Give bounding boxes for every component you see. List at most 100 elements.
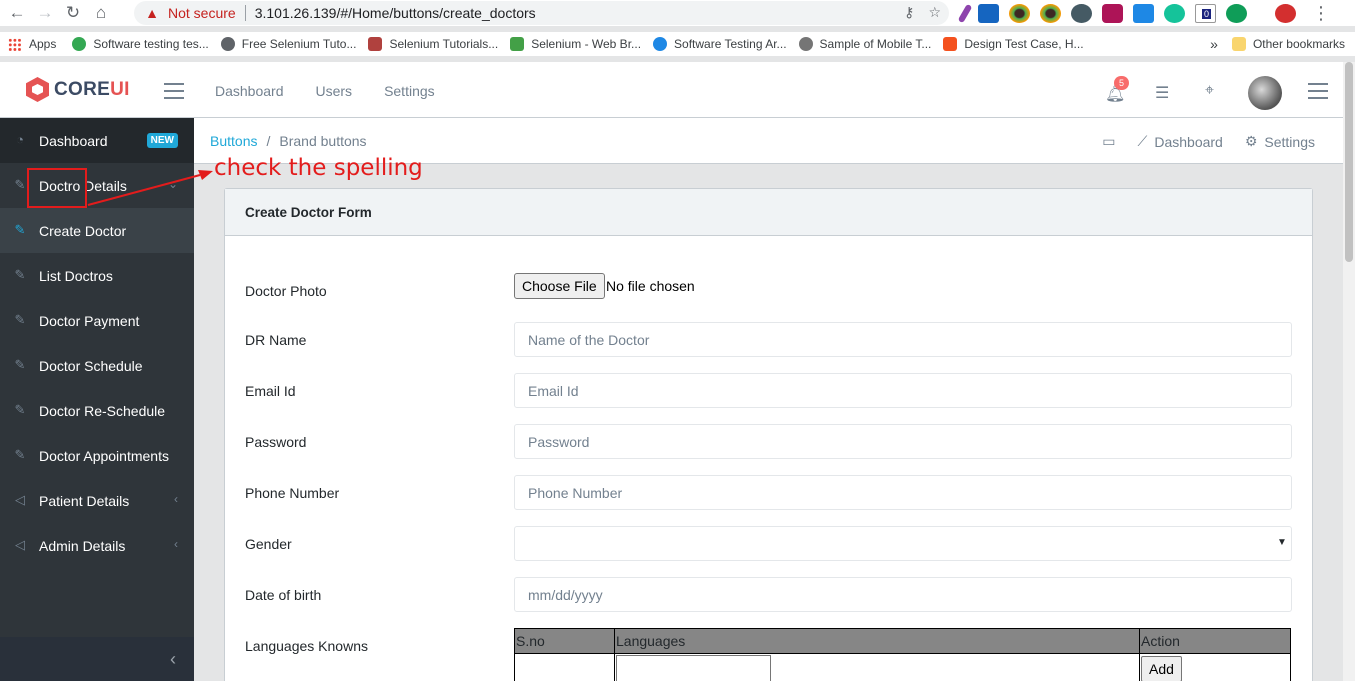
bookmark-favicon [798, 37, 813, 51]
speedometer-icon: ◔ [16, 132, 24, 147]
email-input[interactable] [514, 373, 1292, 408]
sidebar-toggler-icon[interactable] [164, 83, 184, 99]
breadcrumb-menu-settings[interactable]: ⚙ Settings [1245, 133, 1315, 150]
speech-icon[interactable]: ▭ [1102, 133, 1115, 150]
chevron-left-icon: ‹ [170, 649, 176, 669]
sidebar-item-doctor-schedule[interactable]: ✎ Doctor Schedule [0, 343, 194, 388]
url-text[interactable]: 3.101.26.139/#/Home/buttons/create_docto… [255, 5, 536, 21]
list-icon[interactable]: ☰ [1155, 83, 1169, 103]
bookmark-favicon [943, 37, 958, 51]
extension-icon[interactable]: 0 [1195, 4, 1216, 23]
choose-file-button[interactable]: Choose File [514, 273, 605, 299]
date-of-birth-input[interactable] [514, 577, 1292, 612]
forward-icon[interactable]: → [34, 2, 56, 24]
grammarly-icon[interactable] [1164, 4, 1185, 23]
extension-icon[interactable] [1226, 4, 1247, 23]
key-icon[interactable]: ⚷ [904, 4, 914, 21]
puzzle-icon: ✎ [14, 222, 26, 237]
breadcrumb-menu: ▭ ⟋ Dashboard ⚙ Settings [1102, 133, 1315, 150]
back-icon[interactable]: ← [6, 2, 28, 24]
password-row: Password [225, 424, 1314, 460]
phone-input[interactable] [514, 475, 1292, 510]
sidebar-item-label: Admin Details [39, 537, 126, 554]
add-language-button[interactable]: Add [1141, 655, 1182, 681]
extensions: 0 ⋮ [957, 3, 1330, 24]
home-icon[interactable]: ⌂ [90, 2, 112, 24]
languages-table: S.no Languages Action Add [514, 628, 1291, 681]
extension-icon[interactable] [1102, 4, 1123, 23]
sidebar-item-doctor-reschedule[interactable]: ✎ Doctor Re-Schedule [0, 388, 194, 433]
bookmark-item[interactable]: Sample of Mobile T... [798, 37, 931, 51]
nav-settings[interactable]: Settings [384, 83, 435, 99]
scrollbar-thumb[interactable] [1345, 62, 1353, 262]
bookmark-label: Other bookmarks [1252, 37, 1345, 51]
password-input[interactable] [514, 424, 1292, 459]
column-header: S.no [514, 628, 615, 654]
column-header: Languages [614, 628, 1140, 654]
extension-icon[interactable] [1275, 4, 1296, 23]
send-icon: ◁ [15, 492, 25, 507]
gender-row: Gender ▼ [225, 526, 1314, 562]
sidebar-item-list-doctors[interactable]: ✎ List Doctros [0, 253, 194, 298]
top-nav: Dashboard Users Settings [215, 83, 435, 99]
sidebar-minimizer[interactable]: ‹ [0, 637, 194, 681]
notification-badge: 5 [1114, 76, 1130, 90]
sidebar-item-patient-details[interactable]: ◁ Patient Details ‹ [0, 478, 194, 523]
extension-icon[interactable] [1009, 4, 1030, 23]
scrollbar[interactable] [1343, 62, 1355, 681]
avatar[interactable] [1248, 76, 1282, 110]
bookmark-item[interactable]: Free Selenium Tuto... [220, 37, 357, 51]
location-icon[interactable]: ⌖ [1205, 82, 1214, 100]
menu-dots-icon[interactable]: ⋮ [1312, 3, 1330, 24]
brand-logo[interactable]: COREUI [26, 77, 130, 102]
gender-label: Gender [245, 536, 292, 552]
nav-dashboard[interactable]: Dashboard [215, 83, 284, 99]
annotation-text: check the spelling [214, 155, 423, 181]
extension-icon[interactable] [957, 3, 973, 24]
breadcrumb-link-buttons[interactable]: Buttons [210, 133, 257, 149]
reload-icon[interactable]: ↻ [62, 2, 84, 24]
address-bar[interactable]: ▲ Not secure 3.101.26.139/#/Home/buttons… [134, 1, 949, 25]
other-bookmarks[interactable]: Other bookmarks [1231, 37, 1345, 51]
breadcrumb-menu-dashboard[interactable]: ⟋ Dashboard [1138, 133, 1223, 150]
chevron-left-icon: ‹ [174, 492, 178, 506]
phone-row: Phone Number [225, 475, 1314, 511]
sidebar-item-label: Doctor Appointments [39, 447, 169, 464]
sidebar-item-admin-details[interactable]: ◁ Admin Details ‹ [0, 523, 194, 568]
translate-icon[interactable] [1133, 4, 1154, 23]
name-row: DR Name [225, 322, 1314, 358]
bookmark-item[interactable]: Selenium - Web Br... [510, 37, 641, 51]
extension-icon[interactable] [978, 4, 999, 23]
language-input[interactable] [616, 655, 771, 681]
extension-icon[interactable] [1040, 4, 1061, 23]
photo-row: Doctor Photo Choose File No file chosen [225, 273, 1314, 309]
sidebar-item-label: Doctor Re-Schedule [39, 402, 166, 419]
sidebar-item-doctor-appointments[interactable]: ✎ Doctor Appointments [0, 433, 194, 478]
card-title: Create Doctor Form [225, 189, 1312, 236]
puzzle-icon: ✎ [14, 357, 26, 372]
more-bookmarks-icon[interactable]: » [1210, 36, 1218, 52]
sidebar-item-doctor-payment[interactable]: ✎ Doctor Payment [0, 298, 194, 343]
sidebar-item-label: Doctor Payment [39, 312, 140, 329]
gender-select[interactable] [514, 526, 1292, 561]
sidebar-item-label: Patient Details [39, 492, 130, 509]
puzzle-icon: ✎ [14, 177, 26, 192]
star-icon[interactable]: ☆ [928, 4, 941, 21]
bookmark-item[interactable]: Software Testing Ar... [653, 37, 787, 51]
column-header: Action [1139, 628, 1291, 654]
puzzle-icon: ✎ [14, 312, 26, 327]
bookmark-apps[interactable]: Apps [29, 37, 56, 51]
extension-icon[interactable] [1071, 4, 1092, 23]
dob-row: Date of birth [225, 577, 1314, 613]
sidebar-item-dashboard[interactable]: ◔ Dashboard NEW [0, 118, 194, 163]
apps-icon[interactable] [8, 37, 21, 51]
aside-toggler-icon[interactable] [1308, 83, 1328, 99]
bookmark-item[interactable]: Software testing tes... [72, 37, 209, 51]
bookmark-item[interactable]: Design Test Case, H... [943, 37, 1084, 51]
sidebar-item-create-doctor[interactable]: ✎ Create Doctor [0, 208, 194, 253]
bookmark-label: Free Selenium Tuto... [241, 37, 357, 51]
doctor-name-input[interactable] [514, 322, 1292, 357]
warning-icon: ▲ [145, 5, 159, 21]
nav-users[interactable]: Users [316, 83, 353, 99]
bookmark-item[interactable]: Selenium Tutorials... [368, 37, 498, 51]
